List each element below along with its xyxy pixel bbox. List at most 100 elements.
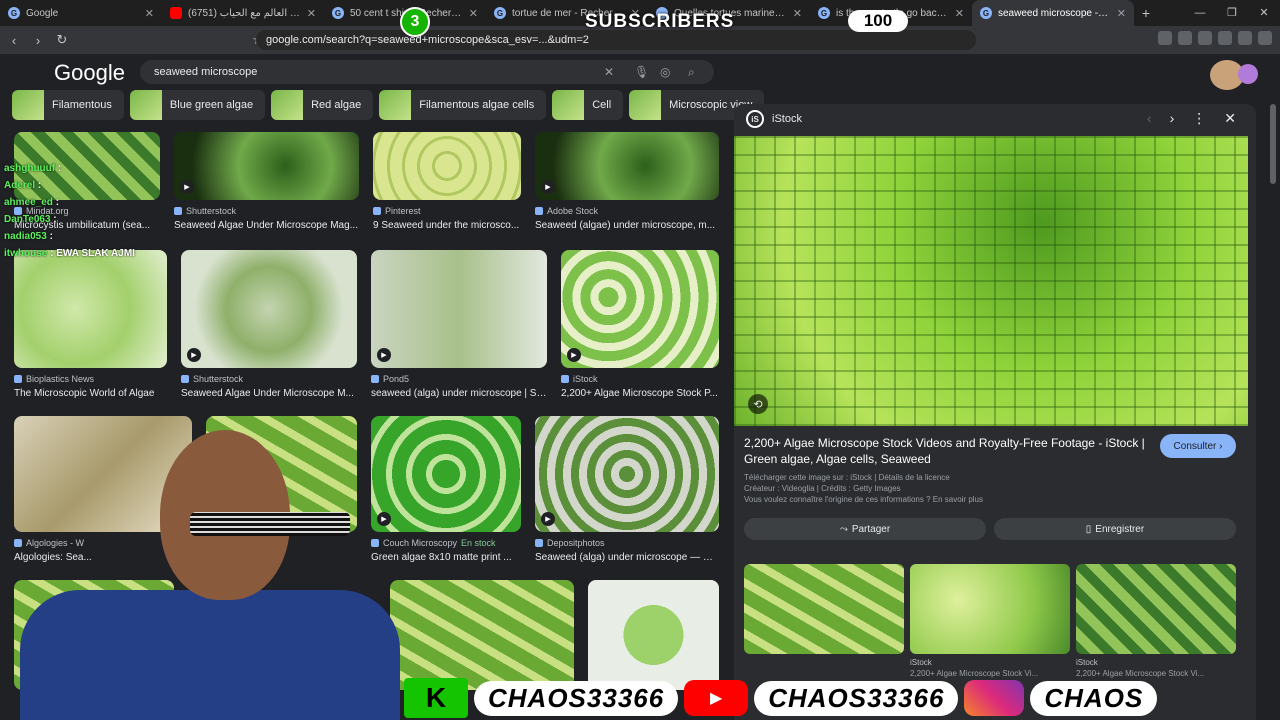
- image-result[interactable]: ▶ Adobe Stock Seaweed (algae) under micr…: [535, 132, 719, 231]
- result-caption[interactable]: The Microscopic World of Algae: [14, 388, 167, 399]
- tab-close-icon[interactable]: ✕: [307, 7, 316, 20]
- instagram-icon: [964, 680, 1025, 716]
- favicon-icon: G: [980, 7, 992, 19]
- reload-icon[interactable]: ↻: [52, 32, 72, 48]
- prev-icon[interactable]: ‹: [1147, 110, 1152, 127]
- minimize-icon[interactable]: —: [1184, 0, 1216, 26]
- image-result[interactable]: [588, 580, 719, 690]
- related-thumbnail[interactable]: [1076, 564, 1236, 654]
- save-button[interactable]: ▯ Enregistrer: [994, 518, 1236, 540]
- extension-icon[interactable]: [1218, 31, 1232, 45]
- lens-search-icon[interactable]: ⟲: [748, 394, 768, 414]
- result-thumbnail[interactable]: [373, 132, 521, 200]
- result-source: Shutterstock: [181, 374, 357, 384]
- extension-icon[interactable]: [1178, 31, 1192, 45]
- filter-chip[interactable]: Blue green algae: [129, 90, 266, 120]
- back-icon[interactable]: ‹: [4, 33, 24, 48]
- related-image[interactable]: [744, 564, 904, 678]
- filter-chip[interactable]: Cell: [552, 90, 624, 120]
- share-button[interactable]: ⤳ Partager: [744, 518, 986, 540]
- forward-icon[interactable]: ›: [28, 33, 48, 48]
- filter-chip[interactable]: Filamentous algae cells: [379, 90, 547, 120]
- more-icon[interactable]: ⋮: [1192, 110, 1206, 127]
- menu-icon[interactable]: [1258, 31, 1272, 45]
- bookmark-icon: ▯: [1085, 523, 1092, 535]
- clear-icon[interactable]: ✕: [604, 65, 614, 79]
- result-thumbnail[interactable]: [390, 580, 574, 690]
- close-icon[interactable]: ✕: [1224, 110, 1236, 127]
- tab-close-icon[interactable]: ✕: [955, 7, 964, 20]
- result-thumbnail[interactable]: ▶: [371, 250, 547, 368]
- image-result[interactable]: ▶ iStock 2,200+ Algae Microscope Stock P…: [561, 250, 719, 399]
- result-caption[interactable]: Seaweed (alga) under microscope — St...: [535, 552, 719, 563]
- search-input[interactable]: seaweed microscope: [154, 66, 257, 78]
- chip-label: Blue green algae: [169, 99, 254, 111]
- filter-chip[interactable]: Red algae: [271, 90, 374, 120]
- result-caption[interactable]: 9 Seaweed under the microsco...: [373, 220, 521, 231]
- chip-thumbnail: [12, 90, 44, 120]
- extension-icon[interactable]: [1238, 31, 1252, 45]
- tab[interactable]: G Google ✕: [0, 0, 162, 26]
- image-result[interactable]: ▶ Pond5 seaweed (alga) under microscope …: [371, 250, 547, 399]
- related-image[interactable]: iStock 2,200+ Algae Microscope Stock Vi..…: [910, 564, 1070, 678]
- result-thumbnail[interactable]: ▶: [561, 250, 719, 368]
- filter-chip[interactable]: Filamentous: [12, 90, 124, 120]
- source-name: Adobe Stock: [547, 206, 599, 216]
- restore-icon[interactable]: ❐: [1216, 0, 1248, 26]
- mic-icon[interactable]: 🎙: [634, 65, 649, 79]
- result-thumbnail[interactable]: ▶: [535, 132, 719, 200]
- result-caption[interactable]: Seaweed (algae) under microscope, m...: [535, 220, 719, 231]
- chip-thumbnail: [271, 90, 304, 120]
- consult-button[interactable]: Consulter ›: [1160, 434, 1236, 458]
- related-thumbnail[interactable]: [744, 564, 904, 654]
- image-result[interactable]: Bioplastics News The Microscopic World o…: [14, 250, 167, 399]
- window-controls: — ❐ ✕: [1184, 0, 1280, 26]
- chip-label: Filamentous algae cells: [419, 99, 535, 111]
- result-caption[interactable]: Seaweed Algae Under Microscope M...: [181, 388, 357, 399]
- image-result[interactable]: ▶ Depositphotos Seaweed (alga) under mic…: [535, 416, 719, 563]
- result-caption[interactable]: 2,200+ Algae Microscope Stock P...: [561, 388, 719, 399]
- extension-icon[interactable]: [1158, 31, 1172, 45]
- source-name: Pinterest: [385, 206, 421, 216]
- chat-username: nadia053: [4, 231, 47, 242]
- new-tab-icon[interactable]: +: [1134, 5, 1158, 21]
- source-name: Shutterstock: [193, 374, 244, 384]
- preview-title[interactable]: 2,200+ Algae Microscope Stock Videos and…: [744, 435, 1154, 467]
- close-window-icon[interactable]: ✕: [1248, 0, 1280, 26]
- tab[interactable]: Gseaweed microscope - Recherche G ✕: [972, 0, 1134, 26]
- google-logo[interactable]: Google: [54, 60, 125, 86]
- related-thumbnail[interactable]: [910, 564, 1070, 654]
- image-result[interactable]: [390, 580, 574, 690]
- tab-close-icon[interactable]: ✕: [145, 7, 154, 20]
- stock-badge: En stock: [461, 538, 496, 548]
- kick-icon: K: [404, 678, 468, 718]
- source-name: iStock: [573, 374, 598, 384]
- scrollbar[interactable]: [1270, 104, 1276, 184]
- chat-message: Aderel :: [4, 180, 42, 191]
- extensions-bar: [1158, 31, 1272, 45]
- extension-icon[interactable]: [1198, 31, 1212, 45]
- chat-username: ahmee_ed: [4, 197, 53, 208]
- result-source: iStock: [561, 374, 719, 384]
- panel-site-name[interactable]: iStock: [772, 113, 802, 125]
- streamer-shirt: [20, 590, 400, 720]
- search-icon[interactable]: ⌕: [688, 65, 695, 80]
- tab-close-icon[interactable]: ✕: [1117, 7, 1126, 20]
- related-image[interactable]: iStock 2,200+ Algae Microscope Stock Vi..…: [1076, 564, 1236, 678]
- next-icon[interactable]: ›: [1170, 110, 1175, 127]
- result-thumbnail[interactable]: [14, 250, 167, 368]
- chip-label: Filamentous: [52, 99, 112, 111]
- result-thumbnail[interactable]: ▶: [535, 416, 719, 532]
- origin-line[interactable]: Vous voulez connaître l'origine de ces i…: [744, 494, 983, 505]
- image-result[interactable]: ▶ Shutterstock Seaweed Algae Under Micro…: [181, 250, 357, 399]
- result-caption[interactable]: seaweed (alga) under microscope | St...: [371, 388, 547, 399]
- search-box[interactable]: seaweed microscope ✕ 🎙 ◎ ⌕: [140, 60, 714, 84]
- result-thumbnail[interactable]: [588, 580, 719, 690]
- image-result[interactable]: Pinterest 9 Seaweed under the microsco..…: [373, 132, 521, 231]
- result-source: Bioplastics News: [14, 374, 167, 384]
- result-source: Adobe Stock: [535, 206, 719, 216]
- lens-icon[interactable]: ◎: [660, 65, 670, 79]
- tab[interactable]: احسن جو في العالم مع الحياب (6751) ✕: [162, 0, 324, 26]
- preview-image[interactable]: [734, 136, 1248, 426]
- result-thumbnail[interactable]: ▶: [181, 250, 357, 368]
